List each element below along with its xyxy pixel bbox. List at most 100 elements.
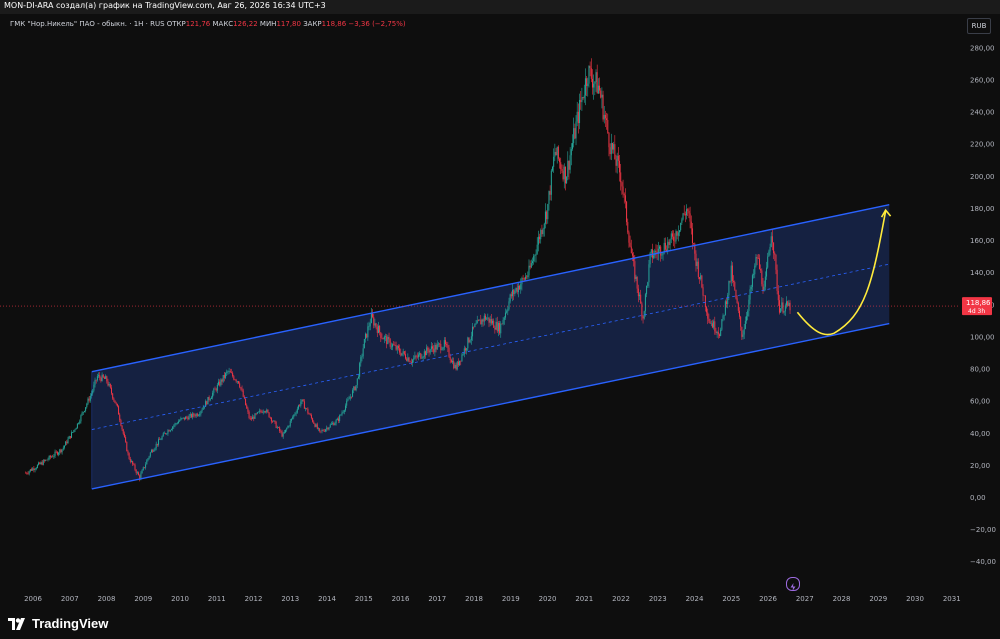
candle-body [150,450,152,453]
x-tick-label: 2026 [759,595,777,603]
candle-body [145,464,147,468]
candle-body [581,97,583,103]
candle-body [229,371,231,373]
candle-body [476,320,478,324]
candle-body [673,236,675,241]
candle-body [168,430,170,432]
candle-body [554,151,556,157]
candle-body [339,415,341,421]
y-tick-label: 140,00 [970,269,995,277]
currency-button[interactable]: RUB [967,18,991,34]
candle-body [296,408,298,413]
candle-body [620,172,622,183]
candle-body [239,383,241,388]
candle-body [353,386,355,391]
low-value: 117,80 [276,20,301,28]
candle-body [524,276,526,280]
high-value: 126,22 [233,20,258,28]
candle-body [26,472,28,474]
candle-body [39,462,41,465]
candle-body [528,265,530,276]
open-label: ОТКР [166,20,186,28]
candle-body [55,451,57,453]
candle-body [381,337,383,339]
candle-body [473,326,475,328]
candle-body [67,438,69,444]
candle-body [107,381,109,386]
candle-body [627,222,629,233]
candle-body [604,114,606,119]
lightning-icon[interactable] [786,577,800,591]
candle-body [212,392,214,398]
candle-body [350,396,352,398]
candle-body [397,345,399,349]
candle-body [683,213,685,215]
y-tick-label: 60,00 [970,398,990,406]
candle-body [701,275,703,288]
candle-body [68,436,70,439]
candle-body [52,456,54,458]
x-tick-label: 2020 [539,595,557,603]
candle-body [541,229,543,235]
candle-body [367,326,369,338]
candle-body [466,348,468,351]
candle-body [260,410,262,412]
price-chart[interactable]: 280,00 260,00 240,00 220,00 200,00 180,00 160,… [0,0,1000,639]
price-tag-countdown: 4d 3h [968,308,985,315]
candle-body [395,345,397,350]
y-tick-label: 160,00 [970,237,995,245]
candle-body [716,331,718,333]
candle-body [589,65,591,69]
candle-body [616,155,618,166]
candle-body [556,146,558,156]
candle-body [469,340,471,343]
candle-body [89,395,91,401]
candle-body [555,151,557,156]
candle-body [481,319,483,325]
candle-body [213,388,215,393]
candle-body [233,376,235,380]
candle-body [774,253,776,255]
candle-body [436,344,438,350]
candle-body [285,429,287,433]
x-tick-label: 2028 [833,595,851,603]
candle-body [235,379,237,382]
candle-body [113,398,115,401]
candle-body [290,418,292,421]
y-tick-label: 40,00 [970,430,990,438]
candle-body [523,278,525,280]
candle-body [557,146,559,159]
candle-body [428,350,430,353]
candle-body [599,85,601,91]
candle-body [126,441,128,452]
candle-body [359,363,361,377]
candle-body [85,407,87,411]
candle-body [100,377,102,382]
candle-body [697,261,699,278]
candle-body [746,316,748,321]
candle-body [105,376,107,379]
candle-body [79,421,81,424]
candle-body [704,295,706,308]
candle-body [75,427,77,430]
candle-body [546,211,548,220]
candle-body [682,213,684,220]
candle-body [149,452,151,457]
candle-body [475,323,477,325]
candle-body [78,423,80,425]
candle-body [202,407,204,410]
candle-body [634,261,636,279]
candle-body [753,274,755,276]
candle-body [265,411,267,413]
candle-body [192,413,194,418]
candle-body [727,295,729,305]
candle-body [36,464,38,468]
candle-body [544,211,546,224]
candle-body [574,128,576,139]
candle-body [490,319,492,324]
candle-body [372,313,374,318]
candle-body [427,347,429,351]
candle-body [653,255,655,258]
candle-body [596,72,598,94]
candle-body [379,325,381,333]
